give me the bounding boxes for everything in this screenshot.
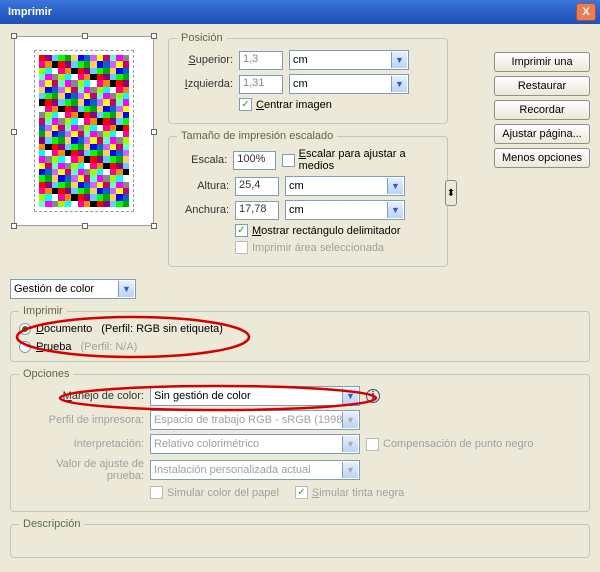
proof-label: Prueba — [36, 341, 71, 353]
info-icon[interactable]: i — [366, 389, 380, 403]
document-label: Documento — [36, 323, 92, 335]
sim-paper-label: Simular color del papel — [167, 487, 279, 499]
fit-media-label: Escalar para ajustar a medios — [299, 148, 439, 172]
width-input[interactable]: 17,78 — [235, 201, 279, 220]
checkbox-icon: ✓ — [235, 224, 248, 237]
page-setup-button[interactable]: Ajustar página... — [494, 124, 590, 144]
print-group: Imprimir Documento (Perfil: RGB sin etiq… — [10, 305, 590, 362]
link-icon[interactable]: ⬍ — [445, 180, 457, 206]
rendering-intent-label: Interpretación: — [19, 438, 144, 450]
chevron-down-icon: ▼ — [342, 412, 358, 428]
fewer-options-button[interactable]: Menos opciones — [494, 148, 590, 168]
checkbox-icon — [366, 438, 379, 451]
options-group: Opciones Manejo de color: Sin gestión de… — [10, 368, 590, 512]
title-bar: Imprimir X — [0, 0, 600, 24]
position-group: Posición Superior: 1,3 cm▼ Izquierda: 1,… — [168, 32, 448, 124]
width-unit-select[interactable]: cm▼ — [285, 200, 405, 220]
width-label: Anchura: — [177, 204, 229, 216]
bpc-checkbox: Compensación de punto negro — [366, 438, 533, 451]
top-unit-select[interactable]: cm▼ — [289, 50, 409, 70]
checkbox-icon — [150, 486, 163, 499]
height-unit-select[interactable]: cm▼ — [285, 176, 405, 196]
sim-paper-checkbox: Simular color del papel — [150, 486, 279, 499]
printer-profile-label: Perfil de impresora: — [19, 414, 144, 426]
sim-ink-checkbox: ✓ Simular tinta negra — [295, 486, 404, 499]
rendering-intent-select: Relativo colorimétrico▼ — [150, 434, 360, 454]
description-group: Descripción — [10, 518, 590, 558]
right-button-rail: Imprimir una Restaurar Recordar Ajustar … — [494, 52, 590, 168]
print-one-button[interactable]: Imprimir una — [494, 52, 590, 72]
show-bbox-label: Mostrar rectángulo delimitador — [252, 225, 401, 237]
print-selected-checkbox: Imprimir área seleccionada — [235, 241, 384, 254]
height-input[interactable]: 25,4 — [235, 177, 279, 196]
color-handling-select[interactable]: Sin gestión de color▼ — [150, 386, 360, 406]
checkbox-icon: ✓ — [295, 486, 308, 499]
chevron-down-icon: ▼ — [342, 436, 358, 452]
print-legend: Imprimir — [19, 305, 67, 317]
checkbox-icon: ✓ — [239, 98, 252, 111]
radio-icon — [19, 323, 31, 335]
dialog-client: Imprimir una Restaurar Recordar Ajustar … — [0, 24, 600, 572]
proof-adjust-select: Instalación personalizada actual▼ — [150, 460, 360, 480]
scaled-size-group: Tamaño de impresión escalado Escala: 100… — [168, 130, 448, 267]
top-label: Superior: — [177, 54, 233, 66]
checkbox-icon — [282, 154, 295, 167]
document-profile: (Perfil: RGB sin etiqueta) — [101, 323, 223, 335]
document-radio[interactable]: Documento (Perfil: RGB sin etiqueta) — [19, 323, 581, 335]
proof-radio[interactable]: Prueba (Perfil: N/A) — [19, 341, 581, 353]
height-label: Altura: — [177, 180, 229, 192]
chevron-down-icon: ▼ — [342, 388, 358, 404]
chevron-down-icon: ▼ — [342, 462, 358, 478]
scale-input[interactable]: 100% — [233, 151, 276, 170]
proof-profile: (Perfil: N/A) — [80, 341, 137, 353]
section-mode-select[interactable]: Gestión de color ▼ — [10, 279, 136, 299]
chevron-down-icon: ▼ — [387, 202, 403, 218]
printer-profile-select: Espacio de trabajo RGB - sRGB (1998)▼ — [150, 410, 360, 430]
fit-media-checkbox[interactable]: Escalar para ajustar a medios — [282, 148, 439, 172]
left-unit-select[interactable]: cm▼ — [289, 74, 409, 94]
chevron-down-icon: ▼ — [391, 76, 407, 92]
chevron-down-icon: ▼ — [387, 178, 403, 194]
chevron-down-icon: ▼ — [118, 281, 134, 297]
radio-icon — [19, 341, 31, 353]
scale-label: Escala: — [177, 154, 227, 166]
options-legend: Opciones — [19, 368, 73, 380]
show-bbox-checkbox[interactable]: ✓ Mostrar rectángulo delimitador — [235, 224, 401, 237]
left-input[interactable]: 1,31 — [239, 75, 283, 94]
window-title: Imprimir — [8, 6, 52, 18]
center-image-checkbox[interactable]: ✓ Centrar imagen — [239, 98, 332, 111]
print-preview — [14, 36, 154, 226]
sim-ink-label: Simular tinta negra — [312, 487, 404, 499]
restore-button[interactable]: Restaurar — [494, 76, 590, 96]
description-legend: Descripción — [19, 518, 84, 530]
print-selected-label: Imprimir área seleccionada — [252, 242, 384, 254]
close-button[interactable]: X — [576, 3, 596, 21]
left-label: Izquierda: — [177, 78, 233, 90]
chevron-down-icon: ▼ — [391, 52, 407, 68]
top-input[interactable]: 1,3 — [239, 51, 283, 70]
bpc-label: Compensación de punto negro — [383, 438, 533, 450]
scaled-size-legend: Tamaño de impresión escalado — [177, 130, 337, 142]
position-legend: Posición — [177, 32, 227, 44]
close-icon: X — [582, 6, 589, 18]
color-handling-label: Manejo de color: — [19, 390, 144, 402]
proof-adjust-label: Valor de ajuste de prueba: — [19, 458, 144, 482]
remember-button[interactable]: Recordar — [494, 100, 590, 120]
center-image-label: Centrar imagen — [256, 99, 332, 111]
preview-color-chart — [35, 51, 133, 211]
checkbox-icon — [235, 241, 248, 254]
